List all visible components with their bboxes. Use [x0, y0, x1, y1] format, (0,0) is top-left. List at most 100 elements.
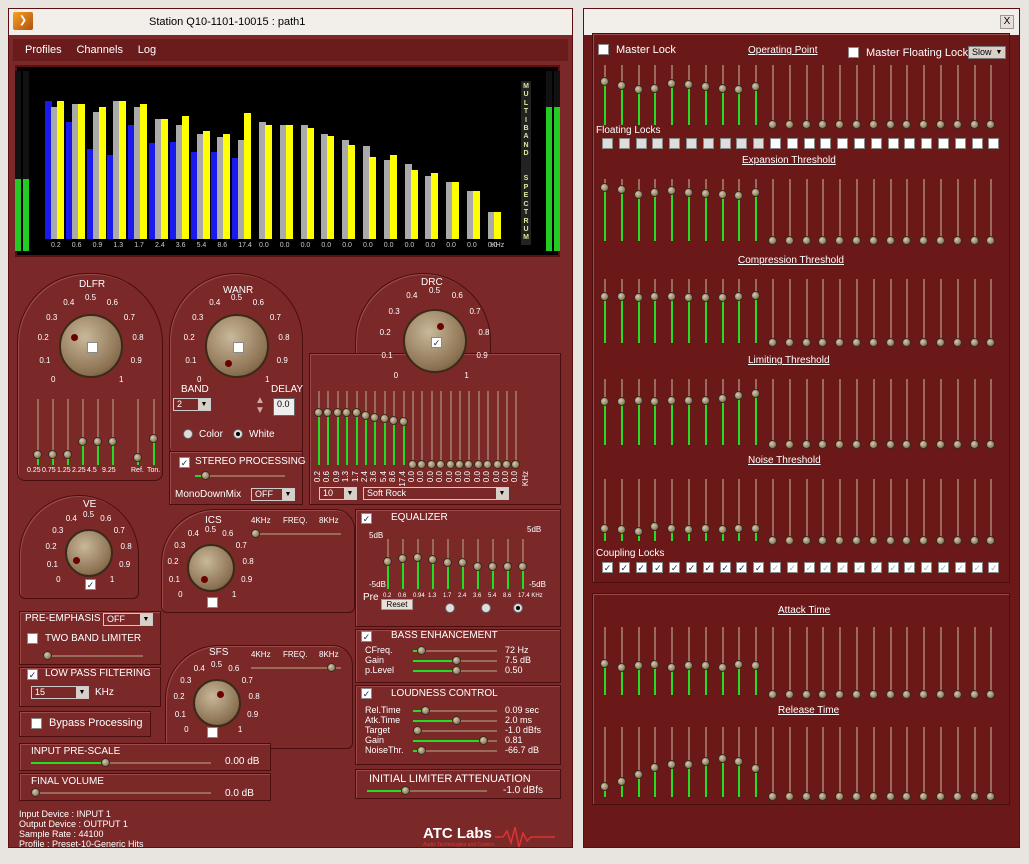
band-threshold-slider[interactable]: [734, 479, 744, 541]
slider-knob[interactable]: [408, 460, 417, 469]
slider-knob[interactable]: [600, 781, 609, 791]
coupling-lock-checkbox[interactable]: ✓: [702, 562, 714, 573]
slider-knob[interactable]: [768, 236, 777, 245]
slider-knob[interactable]: [518, 561, 527, 571]
band-threshold-slider[interactable]: [919, 179, 929, 245]
floating-lock-checkbox[interactable]: [753, 138, 765, 149]
drc-band-slider[interactable]: [332, 391, 342, 465]
band-threshold-slider[interactable]: [885, 279, 895, 347]
band-threshold-slider[interactable]: [969, 627, 979, 699]
band-threshold-slider[interactable]: [650, 627, 660, 695]
floating-lock-checkbox[interactable]: [770, 138, 781, 149]
slider-knob[interactable]: [633, 526, 643, 536]
slider-knob[interactable]: [852, 440, 861, 449]
band-threshold-slider[interactable]: [667, 279, 677, 343]
band-threshold-slider[interactable]: [734, 279, 744, 343]
slider-knob[interactable]: [952, 440, 962, 449]
band-threshold-slider[interactable]: [801, 179, 811, 245]
band-threshold-slider[interactable]: [734, 727, 744, 797]
slider-knob[interactable]: [426, 460, 436, 469]
band-threshold-slider[interactable]: [835, 379, 845, 449]
slider-knob[interactable]: [801, 440, 811, 449]
slider-knob[interactable]: [852, 236, 861, 245]
band-threshold-slider[interactable]: [835, 65, 845, 129]
slider-knob[interactable]: [443, 558, 452, 567]
slider-knob[interactable]: [868, 690, 878, 699]
menu-log[interactable]: Log: [138, 44, 156, 56]
dlfr-band-slider[interactable]: [133, 399, 142, 465]
band-threshold-slider[interactable]: [784, 727, 794, 801]
slider-knob[interactable]: [428, 555, 437, 564]
drc-band-slider[interactable]: [511, 391, 521, 469]
wanr-dial[interactable]: [205, 314, 269, 378]
band-threshold-slider[interactable]: [684, 179, 693, 241]
slider-knob[interactable]: [416, 746, 426, 755]
slider-knob[interactable]: [868, 440, 878, 449]
band-threshold-slider[interactable]: [868, 479, 878, 545]
floating-lock-checkbox[interactable]: [736, 138, 748, 149]
slider-knob[interactable]: [801, 338, 811, 347]
band-threshold-slider[interactable]: [885, 627, 895, 699]
slider-knob[interactable]: [801, 536, 811, 545]
floating-lock-checkbox[interactable]: [652, 138, 664, 149]
band-threshold-slider[interactable]: [936, 727, 945, 801]
band-threshold-slider[interactable]: [650, 179, 660, 241]
band-threshold-slider[interactable]: [717, 727, 727, 797]
floating-lock-checkbox[interactable]: [786, 138, 798, 149]
ics-freq-slider[interactable]: [251, 529, 341, 538]
slider-knob[interactable]: [852, 120, 861, 129]
band-threshold-slider[interactable]: [986, 279, 996, 347]
slider-knob[interactable]: [801, 690, 811, 699]
delay-stepper-icon[interactable]: ▲ ▼: [255, 396, 265, 416]
slider-knob[interactable]: [616, 185, 626, 195]
lpf-checkbox[interactable]: ✓: [27, 669, 38, 680]
band-threshold-slider[interactable]: [902, 65, 912, 129]
band-threshold-slider[interactable]: [751, 65, 761, 125]
band-threshold-slider[interactable]: [852, 65, 861, 129]
band-threshold-slider[interactable]: [969, 479, 979, 545]
band-threshold-slider[interactable]: [717, 179, 727, 241]
band-threshold-slider[interactable]: [818, 479, 828, 545]
slider-knob[interactable]: [684, 187, 693, 197]
band-threshold-slider[interactable]: [650, 379, 660, 445]
slider-knob[interactable]: [600, 76, 609, 86]
slider-knob[interactable]: [885, 338, 895, 347]
band-threshold-slider[interactable]: [801, 727, 811, 801]
slider-knob[interactable]: [413, 726, 422, 735]
coupling-lock-checkbox[interactable]: ✓: [635, 562, 647, 573]
eq-band-slider[interactable]: [518, 539, 527, 589]
slider-knob[interactable]: [936, 338, 945, 347]
slider-knob[interactable]: [768, 690, 777, 699]
slider-knob[interactable]: [768, 792, 777, 801]
slider-knob[interactable]: [751, 388, 761, 398]
band-threshold-slider[interactable]: [818, 379, 828, 449]
band-threshold-slider[interactable]: [751, 727, 761, 797]
slider-knob[interactable]: [416, 646, 426, 655]
band-threshold-slider[interactable]: [784, 479, 794, 545]
band-threshold-slider[interactable]: [952, 727, 962, 801]
eq-band-slider[interactable]: [488, 539, 497, 589]
slider-knob[interactable]: [633, 189, 643, 199]
coupling-lock-checkbox[interactable]: ✓: [686, 562, 697, 573]
slider-knob[interactable]: [969, 120, 979, 129]
slider-knob[interactable]: [379, 414, 389, 424]
drc-band-slider[interactable]: [323, 391, 333, 465]
band-threshold-slider[interactable]: [667, 627, 677, 695]
coupling-lock-checkbox[interactable]: ✓: [837, 562, 849, 573]
band-threshold-slider[interactable]: [751, 627, 761, 695]
loud-row-slider[interactable]: [413, 716, 497, 725]
band-threshold-slider[interactable]: [667, 65, 677, 125]
band-threshold-slider[interactable]: [818, 65, 828, 129]
band-threshold-slider[interactable]: [919, 627, 929, 699]
slider-knob[interactable]: [952, 120, 962, 129]
band-threshold-slider[interactable]: [986, 727, 996, 801]
coupling-lock-checkbox[interactable]: ✓: [954, 562, 966, 573]
slider-knob[interactable]: [801, 120, 811, 129]
slider-knob[interactable]: [616, 524, 626, 534]
band-threshold-slider[interactable]: [717, 379, 727, 445]
band-threshold-slider[interactable]: [784, 379, 794, 449]
slider-knob[interactable]: [149, 433, 158, 443]
band-threshold-slider[interactable]: [784, 179, 794, 245]
band-threshold-slider[interactable]: [616, 727, 626, 797]
band-threshold-slider[interactable]: [734, 179, 744, 241]
